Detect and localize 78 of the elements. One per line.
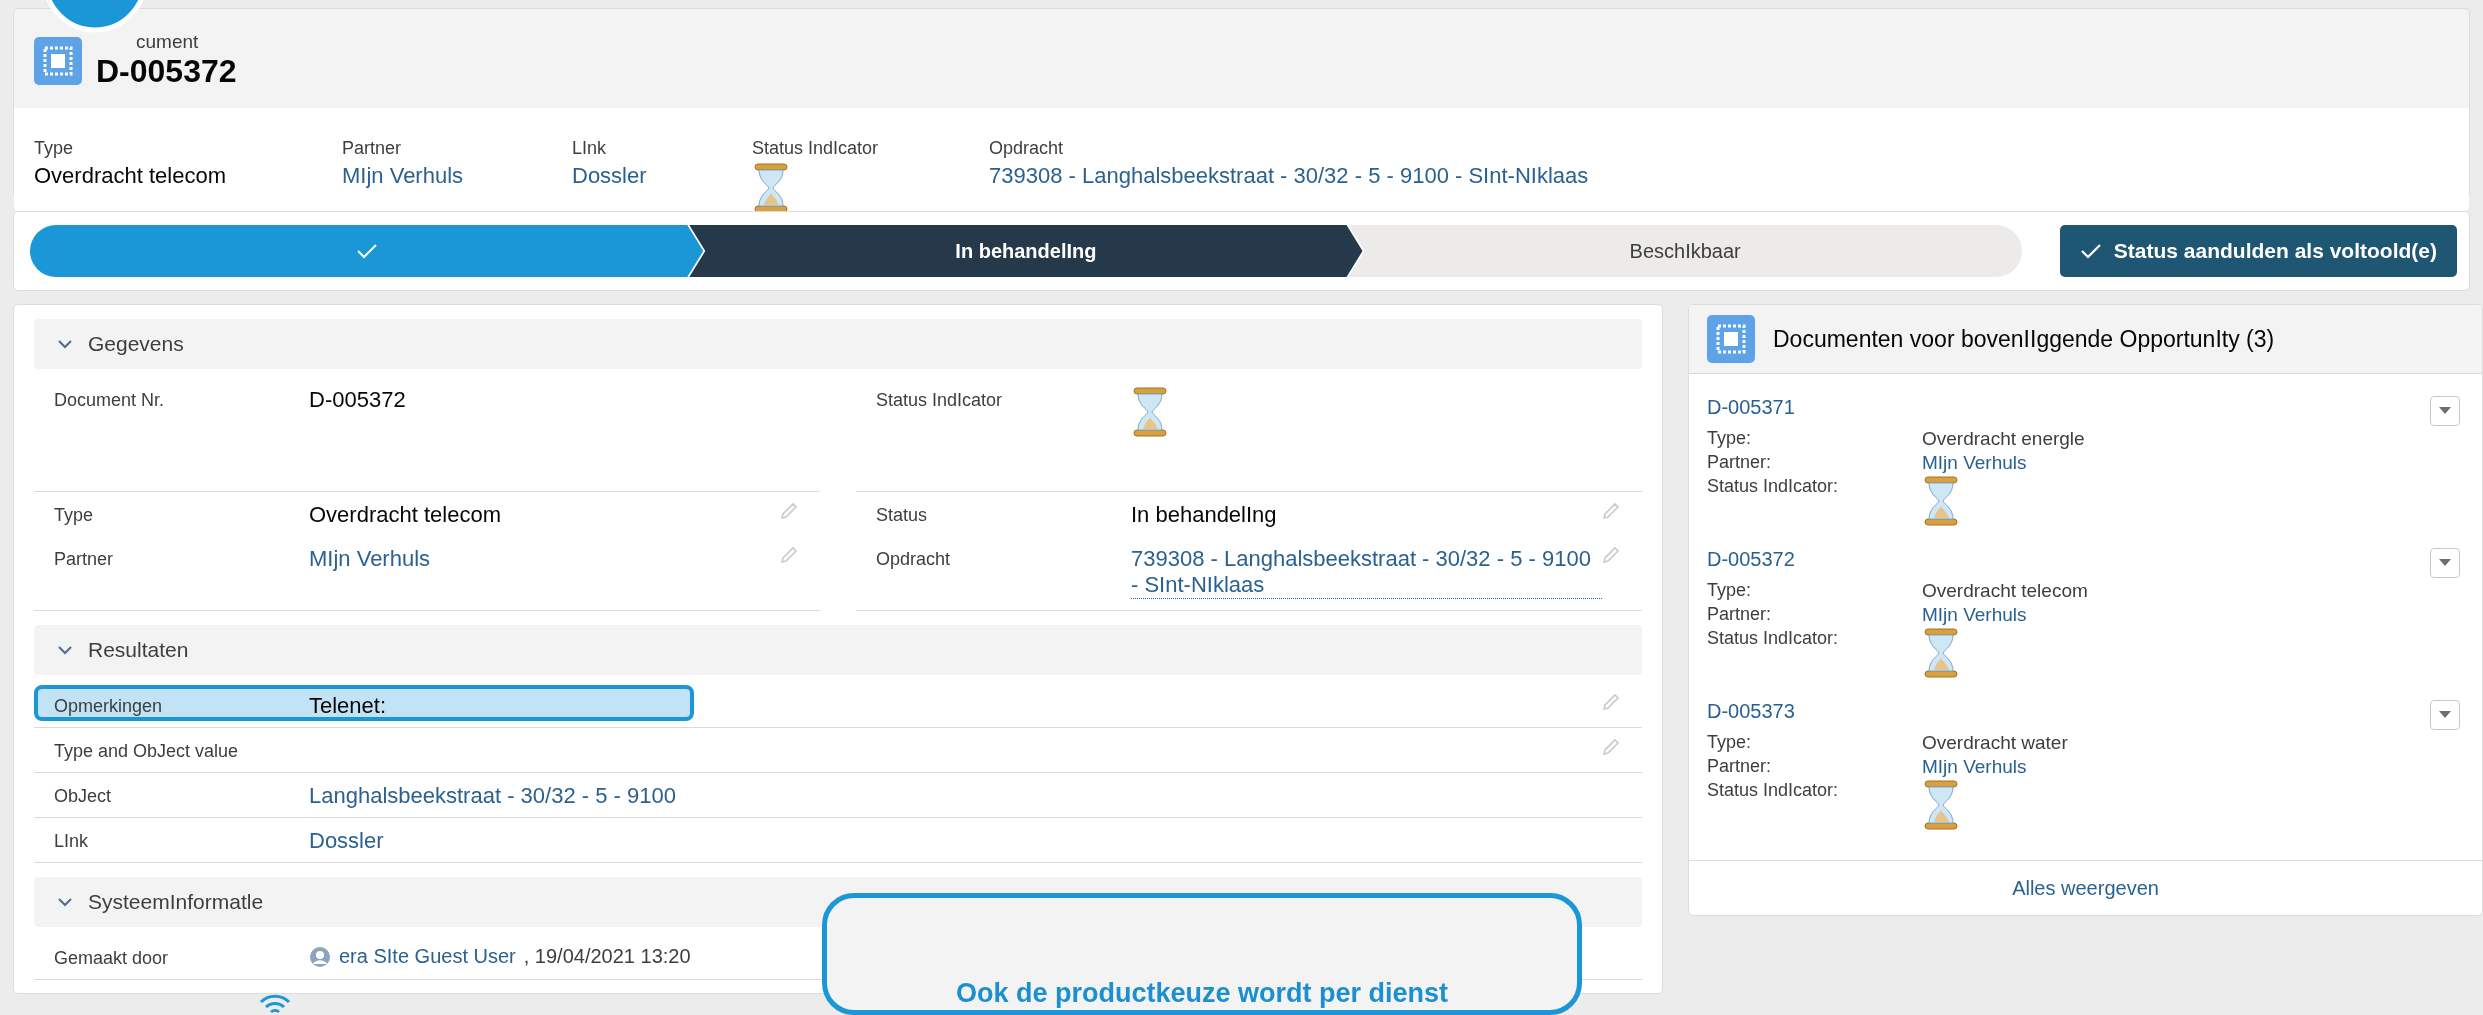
field-label: Partner:	[1707, 756, 1773, 778]
record-title: D-005372	[96, 53, 237, 90]
field-link[interactable]: Langhalsbeekstraat - 30/32 - 5 - 9100	[309, 783, 1602, 809]
field-label: Type:	[1707, 732, 1753, 754]
section-header[interactable]: Resultaten	[34, 625, 1642, 675]
field-label: Document Nr.	[54, 389, 166, 411]
hourglass-icon	[752, 163, 790, 213]
hourglass-icon	[1922, 476, 1960, 526]
field-label: Type:	[1707, 428, 1753, 450]
view-all-link[interactable]: Alles weergeven	[2012, 876, 2159, 900]
hourglass-icon	[1922, 780, 1960, 830]
hourglass-icon	[1922, 628, 1960, 678]
wifi-icon	[258, 992, 292, 1015]
field-label: Partner:	[1707, 604, 1773, 626]
field-label: Status IndIcator	[752, 138, 879, 159]
field-label: Opdracht	[876, 548, 952, 570]
user-avatar-icon	[309, 945, 331, 968]
card-title: Documenten voor bovenIIggende OpportunIty (3)	[1773, 325, 2275, 353]
field-label: Opdracht	[989, 138, 1064, 159]
field-label: Partner:	[1707, 452, 1773, 474]
object-type-label: cument	[135, 31, 200, 53]
field-label: LInk	[54, 830, 90, 852]
field-label: Gemaakt door	[54, 947, 170, 969]
field-label: Type:	[1707, 580, 1753, 602]
mark-complete-button[interactable]: Status aandulden als voltoold(e)	[2059, 225, 2457, 277]
field-label: Partner	[54, 548, 115, 570]
check-icon	[2079, 242, 2102, 260]
caret-down-icon	[2439, 559, 2451, 567]
field-value: Telenet:	[309, 693, 388, 719]
section-title: Resultaten	[88, 638, 189, 662]
field-link[interactable]: 739308 - Langhalsbeekstraat - 30/32 - 5 - 9100 - SInt-NIklaas	[989, 163, 1589, 189]
section-header[interactable]: Gegevens	[34, 319, 1642, 369]
field-label: LInk	[572, 138, 607, 159]
field-link[interactable]: 739308 - Langhalsbeekstraat - 30/32 - 5 - 9100 - SInt-NIklaas	[1131, 546, 1602, 599]
record-link[interactable]: D-005373	[1707, 700, 2430, 730]
path-step[interactable]: In behandelIng	[689, 225, 1363, 277]
field-link[interactable]: Dossler	[309, 828, 1602, 854]
field-value: D-005372	[309, 387, 407, 413]
field-link[interactable]: MIjn Verhuls	[342, 163, 464, 189]
field-label: Type	[54, 504, 95, 526]
field-label: Status IndIcator:	[1707, 780, 1840, 802]
field-label: Status	[876, 504, 929, 526]
created-date: , 19/04/2021 13:20	[523, 945, 691, 968]
check-icon	[355, 242, 378, 260]
path-step[interactable]: BeschIkbaar	[1348, 225, 2022, 277]
field-value: Overdracht telecom	[34, 163, 226, 189]
user-link[interactable]: era SIte Guest User	[339, 945, 516, 968]
field-link[interactable]: MIjn Verhuls	[1922, 604, 2430, 626]
field-label: Status IndIcator:	[1707, 628, 1840, 650]
field-label: Status IndIcator	[876, 389, 1004, 411]
dropdown-button[interactable]	[2430, 548, 2460, 578]
record-link[interactable]: D-005372	[1707, 548, 2430, 578]
field-label: Type	[34, 138, 74, 159]
section-title: Gegevens	[88, 332, 184, 356]
dropdown-button[interactable]	[2430, 396, 2460, 426]
field-label: Opmerkingen	[54, 695, 164, 717]
field-label: ObJect	[54, 785, 113, 807]
field-label: Type and ObJect value	[54, 740, 240, 762]
hourglass-icon	[1131, 387, 1169, 437]
record-link[interactable]: D-005371	[1707, 396, 2430, 426]
field-value: Overdracht telecom	[309, 502, 502, 528]
field-label: Partner	[342, 138, 402, 159]
field-value: Overdracht telecom	[1922, 580, 2089, 602]
field-value: Overdracht energle	[1922, 428, 2086, 450]
section-title: SysteemInformatle	[88, 890, 264, 914]
caret-down-icon	[2439, 711, 2451, 719]
document-icon	[1707, 315, 1755, 363]
caret-down-icon	[2439, 407, 2451, 415]
field-value: Overdracht water	[1922, 732, 2069, 754]
dropdown-button[interactable]	[2430, 700, 2460, 730]
field-label: Status IndIcator:	[1707, 476, 1840, 498]
field-link[interactable]: MIjn Verhuls	[309, 546, 780, 572]
document-icon	[34, 36, 82, 85]
callout-text: Ook de productkeuze wordt per dienst	[955, 978, 1449, 1008]
field-link[interactable]: Dossler	[572, 163, 647, 189]
field-link[interactable]: MIjn Verhuls	[1922, 756, 2430, 778]
field-value: In behandelIng	[1131, 502, 1278, 528]
field-link[interactable]: MIjn Verhuls	[1922, 452, 2430, 474]
